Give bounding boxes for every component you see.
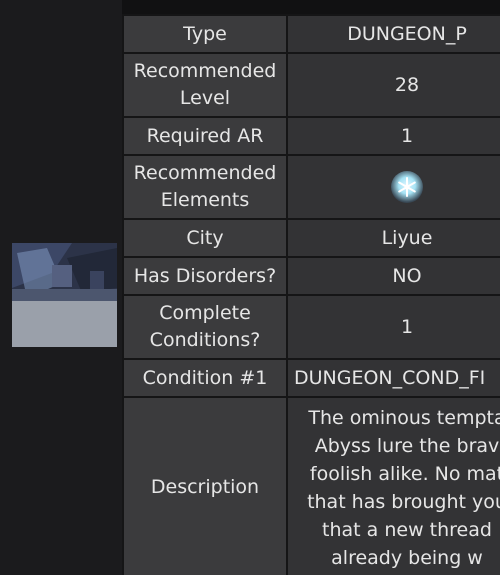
recommended-elements-label-line2: Elements [160,189,250,211]
city-label: City [122,218,288,258]
table-row: Condition #1 DUNGEON_COND_FI [122,358,500,398]
left-panel [0,0,122,575]
description-line: Abyss lure the brav [314,435,500,457]
has-disorders-label: Has Disorders? [122,256,288,296]
description-line: already being w [331,547,483,569]
type-value: DUNGEON_P [286,14,500,54]
complete-conditions-label: Complete Conditions? [122,294,288,360]
dungeon-info-table: Type DUNGEON_P Recommended Level 28 Requ… [122,14,500,575]
has-disorders-value: NO [286,256,500,296]
condition-1-value: DUNGEON_COND_FI [286,358,500,398]
description-line: The ominous tempta [308,407,500,429]
table-row: Recommended Elements [122,154,500,220]
description-line: foolish alike. No mat [309,463,500,485]
table-row: City Liyue [122,218,500,258]
table-row: Complete Conditions? 1 [122,294,500,360]
description-label: Description [122,396,288,575]
recommended-elements-label-line1: Recommended [133,162,277,184]
recommended-elements-label: Recommended Elements [122,154,288,220]
recommended-level-label-line1: Recommended [133,60,277,82]
condition-1-label: Condition #1 [122,358,288,398]
dungeon-thumbnail-image [12,243,117,347]
table-row: Description The ominous tempta Abyss lur… [122,396,500,575]
type-label: Type [122,14,288,54]
recommended-level-label-line2: Level [179,87,231,109]
description-line: that has brought you [307,491,500,513]
description-value: The ominous tempta Abyss lure the brav f… [286,396,500,575]
table-row: Recommended Level 28 [122,52,500,118]
page: Type DUNGEON_P Recommended Level 28 Requ… [0,0,500,575]
recommended-elements-value [286,154,500,220]
table-row: Type DUNGEON_P [122,14,500,54]
description-line: that a new thread [322,519,492,541]
table-row: Has Disorders? NO [122,256,500,296]
recommended-level-value: 28 [286,52,500,118]
complete-conditions-label-line1: Complete [159,302,251,324]
complete-conditions-value: 1 [286,294,500,360]
recommended-level-label: Recommended Level [122,52,288,118]
complete-conditions-label-line2: Conditions? [149,329,261,351]
city-value: Liyue [286,218,500,258]
required-ar-value: 1 [286,116,500,156]
table-row: Required AR 1 [122,116,500,156]
required-ar-label: Required AR [122,116,288,156]
cryo-element-icon [391,171,423,203]
